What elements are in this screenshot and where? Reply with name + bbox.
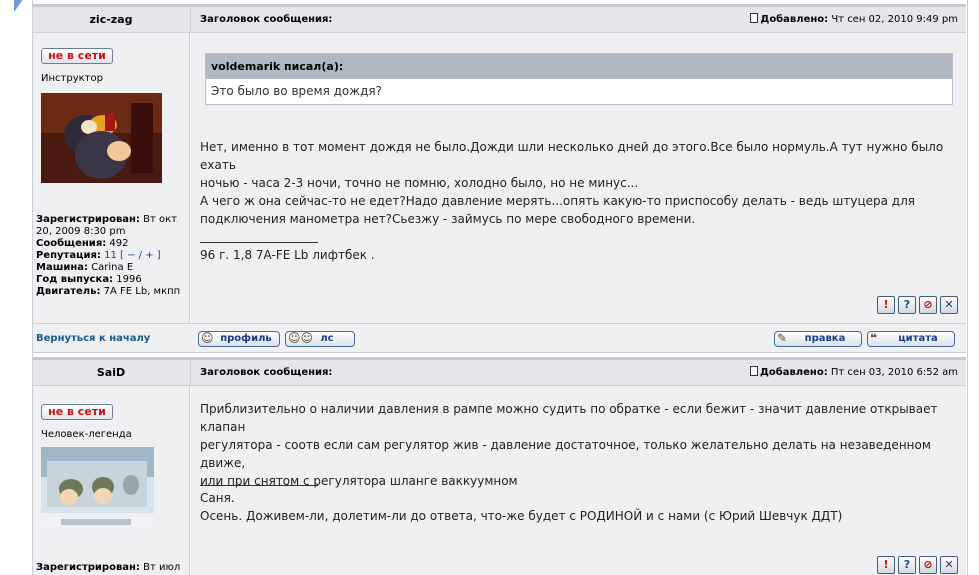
engine-label: Двигатель: [36,286,101,297]
edit-button-label: правка [804,333,846,344]
user-rank: Инструктор [41,73,103,84]
registered-date: Вт июл [143,562,181,573]
post-date-value: Чт сен 02, 2010 9:49 pm [831,14,958,25]
reputation-value[interactable]: 11 [104,250,117,261]
car-value: Carina E [91,262,134,273]
user-info: Зарегистрирован: Вт июл [36,562,186,574]
help-icon[interactable]: ? [898,556,916,574]
message-line: регулятора - соотв если сам регулятор жи… [200,438,931,470]
reputation-controls[interactable]: [ − / + ] [120,250,161,261]
quote-author: voldemarik писал(а): [206,54,952,79]
message-panel: Приблизительно о наличии давления в рамп… [191,386,966,575]
post-author[interactable]: zic-zag [32,7,191,33]
post-body: не в сети Человек-легенда Зарегистрирова… [32,386,966,575]
warn-icon[interactable]: ! [877,296,895,314]
post-body: не в сети Инструктор Зарегистрирован: Вт… [32,33,966,323]
post-footer: Вернуться к началу ☺ профиль ☺☺ лс ✎ пра… [32,323,966,353]
signature-line: Осень. Доживем-ли, долетим-ли до ответа,… [200,509,843,523]
post-date: Добавлено: Чт сен 02, 2010 9:49 pm [750,7,958,33]
post-actions: !? ⊘ ✕ [874,293,958,314]
registered-label: Зарегистрирован: [36,214,140,225]
reputation-label: Репутация: [36,250,101,261]
close-icon[interactable]: ✕ [940,296,958,314]
posted-label: Добавлено: [760,14,829,25]
signature-line: Саня. [200,491,235,505]
signature: Саня. Осень. Доживем-ли, долетим-ли до о… [200,489,960,525]
profile-button-label: профиль [220,333,272,344]
post-icon [749,366,758,376]
year-label: Год выпуска: [36,274,114,285]
message-text: Нет, именно в тот момент дождя не было.Д… [200,138,960,228]
author-panel: не в сети Инструктор Зарегистрирован: Вт… [32,33,190,323]
message-line: А чего ж она сейчас-то не едет?Надо давл… [200,194,915,208]
avatar-image [41,93,162,183]
post-author[interactable]: SaiD [32,360,191,386]
offline-badge: не в сети [41,404,113,420]
quote-button-label: цитата [898,333,938,344]
avatar-image [41,447,154,532]
subject-label: Заголовок сообщения: [200,367,333,378]
messages-count: 492 [109,238,129,249]
messages-label: Сообщения: [36,238,107,249]
edit-button[interactable]: ✎ правка [774,331,862,347]
post-header: zic-zag Заголовок сообщения: Добавлено: … [32,4,966,33]
message-panel: voldemarik писал(а): Это было во время д… [191,33,966,323]
quote-button[interactable]: ❝ цитата [867,331,955,347]
warn-icon[interactable]: ! [877,556,895,574]
message-line: Приблизительно о наличии давления в рамп… [200,402,938,434]
block-icon[interactable]: ⊘ [919,296,937,314]
back-to-top-link[interactable]: Вернуться к началу [36,333,150,344]
registered-label: Зарегистрирован: [36,562,140,573]
post-icon [750,13,759,23]
post-header: SaiD Заголовок сообщения: Добавлено: Пт … [32,357,966,386]
pm-button-label: лс [320,333,334,344]
post-date: Добавлено: Пт сен 03, 2010 6:52 am [749,360,958,386]
close-icon[interactable]: ✕ [940,556,958,574]
block-icon[interactable]: ⊘ [919,556,937,574]
pm-button[interactable]: ☺☺ лс [285,331,355,347]
message-line: или при снятом с регулятора шланге вакку… [200,474,518,488]
message-line: подключения манометра нет?Сьезжу - займу… [200,212,696,226]
subject-label: Заголовок сообщения: [200,14,333,25]
quote-text: Это было во время дождя? [211,84,382,98]
post-actions: !? ⊘ ✕ [874,553,958,574]
car-label: Машина: [36,262,88,273]
offline-badge: не в сети [41,48,113,64]
engine-value: 7A FE Lb, мкпп [103,286,181,297]
signature: 96 г. 1,8 7A-FE Lb лифтбек . [200,248,375,262]
post-date-value: Пт сен 03, 2010 6:52 am [830,367,958,378]
user-info: Зарегистрирован: Вт окт 20, 2009 8:30 pm… [36,214,186,298]
avatar [41,93,162,187]
signature-divider [200,485,318,486]
avatar [41,447,154,536]
mouse-cursor [14,0,24,12]
message-text: Приблизительно о наличии давления в рамп… [200,400,960,490]
author-panel: не в сети Человек-легенда Зарегистрирова… [32,386,190,575]
posted-label: Добавлено: [759,367,828,378]
user-rank: Человек-легенда [41,429,132,440]
message-line: Нет, именно в тот момент дождя не было.Д… [200,140,944,172]
message-line: ночью - часа 2-3 ночи, точно не помню, х… [200,176,639,190]
profile-button[interactable]: ☺ профиль [198,331,280,347]
quote-block: voldemarik писал(а): Это было во время д… [205,53,953,105]
help-icon[interactable]: ? [898,296,916,314]
year-value: 1996 [116,274,142,285]
signature-divider [200,242,318,243]
